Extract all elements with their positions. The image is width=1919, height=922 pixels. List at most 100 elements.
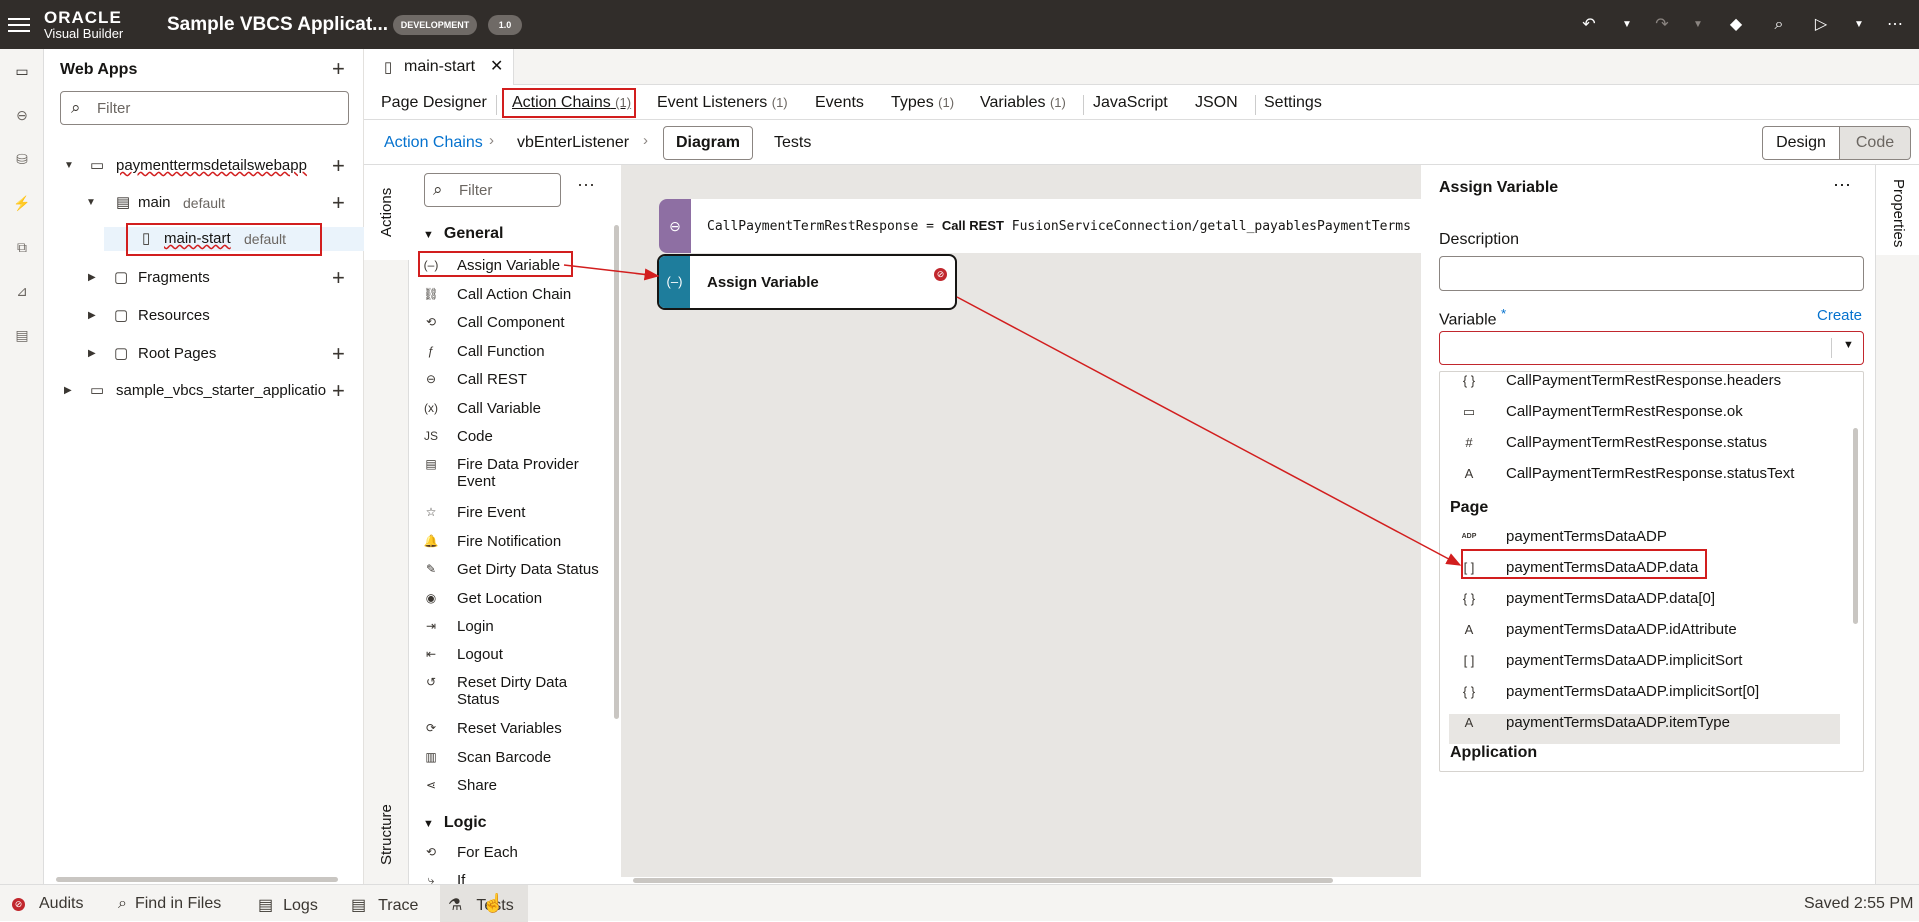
source-icon[interactable]: ▤ [12,327,32,347]
actions-filter-input[interactable]: ⌕ Filter [424,173,561,207]
action-label: Fire Notification [457,533,562,550]
tab-event-listeners[interactable]: Event Listeners (1) [657,94,788,112]
version-badge: 1.0 [488,15,522,35]
tab-types[interactable]: Types (1) [891,94,954,112]
tree-item-label: main [138,194,171,211]
tab-label: Page Designer [381,94,487,111]
assign-variable-node[interactable]: (–) Assign Variable ⊘ [657,254,957,310]
logic-section-header[interactable]: ▼ Logic [423,814,487,832]
add-web-app-plus-icon[interactable]: + [332,58,345,80]
variable-option[interactable]: { } paymentTermsDataADP.implicitSort[0] [1460,679,1860,705]
assign-operator: = [926,219,934,234]
app-name[interactable]: Sample VBCS Applicat... [167,14,388,36]
variable-option[interactable]: [ ] paymentTermsDataADP.implicitSort [1460,648,1860,674]
undo-menu-chevron-icon[interactable]: ▼ [1616,14,1638,36]
variable-option[interactable]: ▭ CallPaymentTermRestResponse.ok [1460,399,1860,425]
run-icon[interactable]: ▷ [1810,14,1832,36]
add-flow-plus-icon[interactable]: + [332,155,345,177]
bottom-bar: ⊘ Audits ⌕ Find in Files ▤ Logs ▤ Trace ⚗ Tes… [0,884,1919,922]
collapsed-caret-icon[interactable]: ▶ [88,266,96,290]
close-tab-icon[interactable]: ✕ [490,56,503,76]
variable-select[interactable]: ▼ [1439,331,1864,365]
more-options-icon[interactable]: ⋯ [1833,175,1851,196]
add-fragment-plus-icon[interactable]: + [332,267,345,289]
hamburger-menu-icon[interactable] [8,14,30,34]
web-apps-filter-input[interactable]: ⌕ Filter [60,91,349,125]
breadcrumb-action-chains[interactable]: Action Chains [384,134,483,152]
tree-item-fragments[interactable]: ▶ ▢ Fragments + [44,266,364,290]
create-variable-link[interactable]: Create [1817,307,1862,324]
design-button[interactable]: Design [1762,126,1840,160]
dropdown-scrollbar[interactable] [1853,428,1858,624]
more-menu-icon[interactable]: ⋯ [1884,14,1906,36]
tree-item-root-pages[interactable]: ▶ ▢ Root Pages + [44,342,364,366]
action-label: Call REST [457,371,528,388]
tab-count: (1) [1049,95,1066,110]
processes-icon[interactable]: ⧉ [12,239,32,259]
search-icon[interactable]: ⌕ [1768,14,1790,36]
variable-option[interactable]: { } CallPaymentTermRestResponse.headers [1460,372,1860,394]
horizontal-scrollbar[interactable] [56,877,338,882]
git-icon[interactable]: ◆ [1725,14,1747,36]
canvas-horizontal-scrollbar[interactable] [633,878,1333,883]
expanded-caret-icon[interactable]: ▼ [86,191,96,215]
folder-icon: ▢ [114,345,129,362]
trace-button[interactable]: ▤ Trace [351,895,418,915]
tab-json[interactable]: JSON [1195,94,1238,112]
audits-button[interactable]: ⊘ Audits [12,895,83,913]
tab-variables[interactable]: Variables (1) [980,94,1066,112]
flask-icon: ⚗ [448,897,463,914]
tests-tab[interactable]: Tests [774,134,811,152]
add-root-page-plus-icon[interactable]: + [332,343,345,365]
breadcrumb-chain-name: vbEnterListener [517,134,630,151]
tab-settings[interactable]: Settings [1264,94,1322,112]
layouts-icon[interactable]: ⊿ [12,283,32,303]
web-apps-icon[interactable]: ▭ [12,63,32,83]
variable-option[interactable]: ApaymentTermsDataADP.itemType [1460,710,1860,736]
variable-option[interactable]: A CallPaymentTermRestResponse.statusText [1460,461,1860,487]
dropdown-chevron-icon[interactable]: ▼ [1843,339,1854,351]
action-chain-canvas[interactable]: ⊖ CallPaymentTermRestResponse = Call RES… [621,165,1421,884]
expanded-caret-icon[interactable]: ▼ [64,154,74,178]
undo-icon[interactable]: ↶ [1578,14,1600,36]
tree-item-main[interactable]: ▼ ▤ main default + [44,191,364,215]
tree-item-resources[interactable]: ▶ ▢ Resources [44,304,364,328]
call-rest-node[interactable]: ⊖ CallPaymentTermRestResponse = Call RES… [659,199,1421,253]
run-menu-chevron-icon[interactable]: ▼ [1848,14,1870,36]
services-icon[interactable]: ⊖ [12,107,32,127]
redo-icon[interactable]: ↷ [1651,14,1673,36]
properties-panel: Assign Variable ⋯ Description Variable *… [1421,165,1875,884]
action-label: Call Action Chain [457,286,572,303]
components-icon[interactable]: ⚡ [12,195,32,215]
variable-option[interactable]: ADP paymentTermsDataADP [1460,524,1860,550]
collapsed-caret-icon[interactable]: ▶ [64,379,72,403]
diagram-button[interactable]: Diagram [663,126,753,160]
logs-button[interactable]: ▤ Logs [258,895,318,915]
properties-title: Assign Variable [1439,179,1559,196]
filter-placeholder: Filter [97,100,131,117]
general-section-header[interactable]: ▼ General [423,225,503,243]
code-button[interactable]: Code [1839,126,1911,160]
business-objects-icon[interactable]: ⛁ [12,151,32,171]
tree-item-paymenttermsdetailswebapp[interactable]: ▼ ▭ paymenttermsdetailswebapp + [44,154,364,178]
variable-option[interactable]: ApaymentTermsDataADP.idAttribute [1460,617,1860,643]
tab-javascript[interactable]: JavaScript [1093,94,1168,112]
collapsed-caret-icon[interactable]: ▶ [88,304,96,328]
tab-events[interactable]: Events [815,94,864,112]
tree-item-sample-vbcs-starter[interactable]: ▶ ▭ sample_vbcs_starter_applicatio + [44,379,364,403]
more-options-icon[interactable]: ⋯ [577,175,595,196]
error-icon[interactable]: ⊘ [934,268,947,281]
collapsed-caret-icon[interactable]: ▶ [88,342,96,366]
description-input[interactable] [1439,256,1864,291]
redo-menu-chevron-icon[interactable]: ▼ [1687,14,1709,36]
variable-option[interactable]: { } paymentTermsDataADP.data[0] [1460,586,1860,612]
structure-strip-label[interactable]: Structure [378,804,395,865]
flow-icon: ▤ [116,194,131,211]
actions-scrollbar[interactable] [614,225,619,719]
tab-page-designer[interactable]: Page Designer [381,94,487,112]
file-tab-main-start[interactable]: ▯ main-start ✕ [364,49,514,85]
find-in-files-button[interactable]: ⌕ Find in Files [118,895,221,913]
add-page-plus-icon[interactable]: + [332,192,345,214]
add-flow-plus-icon[interactable]: + [332,380,345,402]
variable-option[interactable]: # CallPaymentTermRestResponse.status [1460,430,1860,456]
